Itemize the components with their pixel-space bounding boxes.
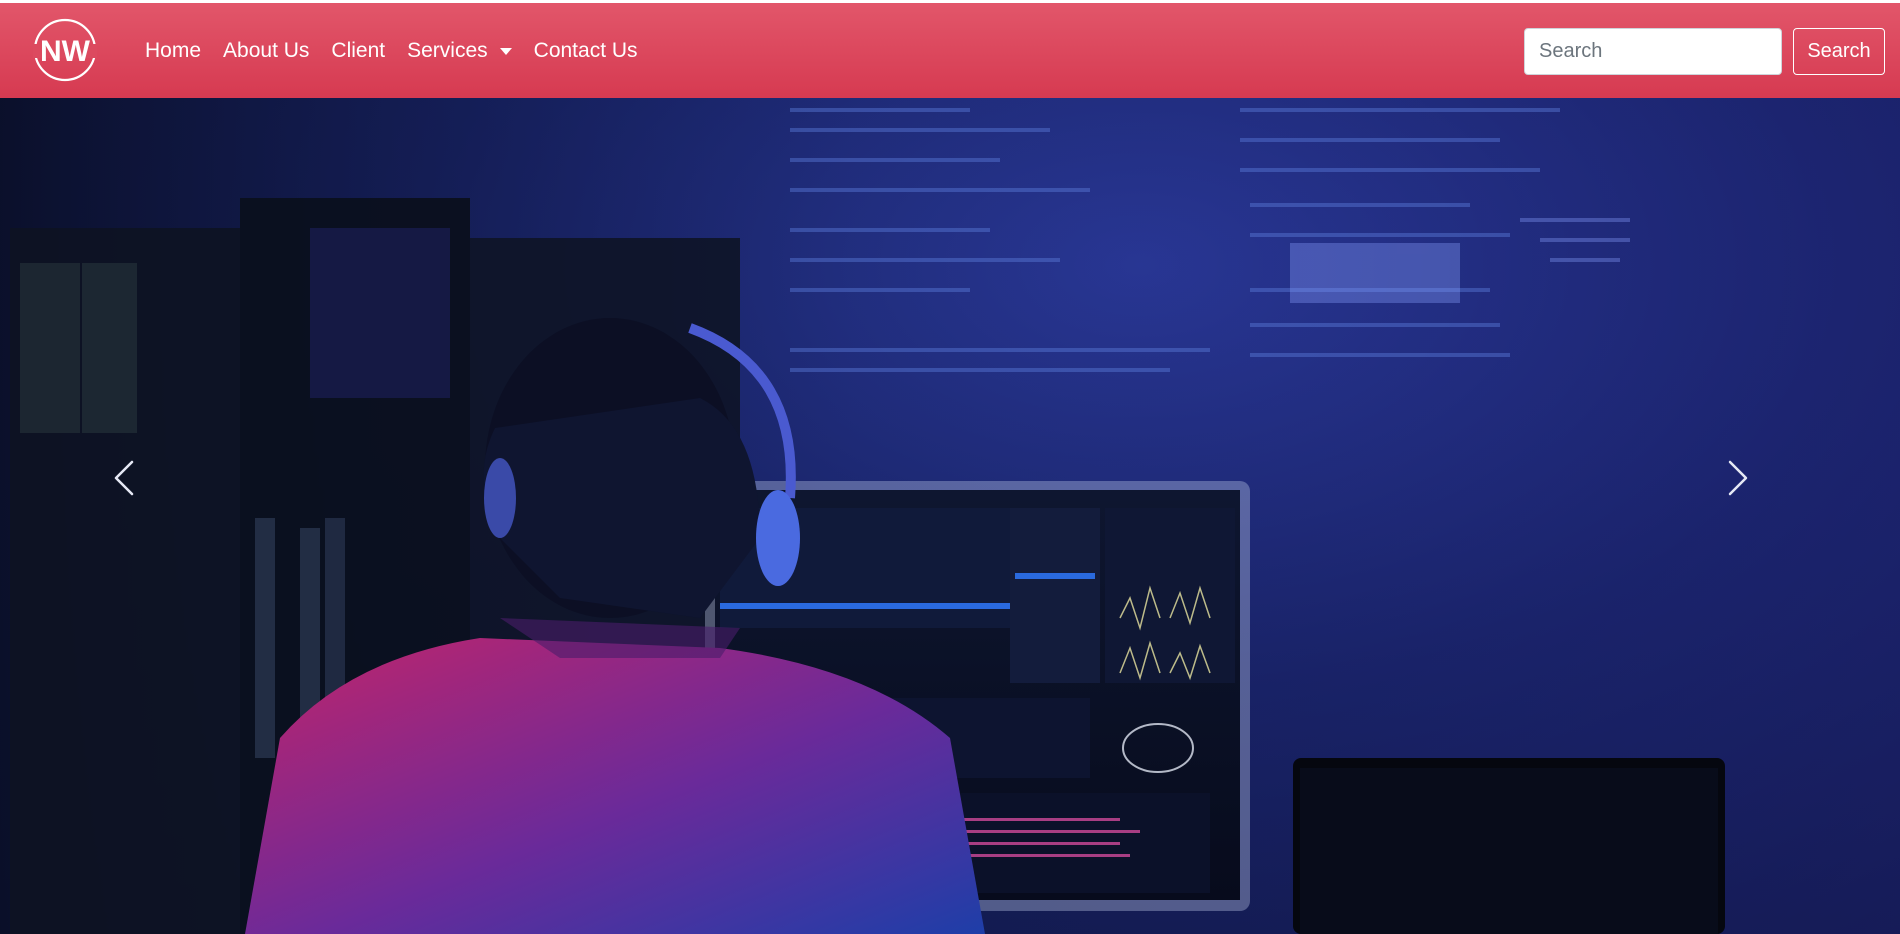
nav-services-dropdown[interactable]: Services <box>407 39 512 63</box>
hero-image <box>0 98 1900 934</box>
chevron-left-icon <box>114 460 134 496</box>
carousel-prev-button[interactable] <box>112 458 172 538</box>
logo-text: NW <box>40 35 91 68</box>
nav-client-label: Client <box>331 38 386 62</box>
search-input[interactable] <box>1524 28 1782 75</box>
nav-contact-us-label: Contact Us <box>533 38 638 62</box>
caret-down-icon <box>499 48 512 55</box>
nav-about-us[interactable]: About Us <box>223 39 309 63</box>
nav-home-label: Home <box>145 38 202 62</box>
hero-carousel <box>0 98 1900 934</box>
search-button[interactable]: Search <box>1793 28 1885 75</box>
nav-links: Home About Us Client Services Contact Us <box>145 3 660 98</box>
brand-logo[interactable]: NW <box>33 18 97 82</box>
nav-client[interactable]: Client <box>331 39 385 63</box>
carousel-next-button[interactable] <box>1726 458 1786 538</box>
nav-contact-us[interactable]: Contact Us <box>534 39 638 63</box>
nav-home[interactable]: Home <box>145 39 201 63</box>
nav-about-us-label: About Us <box>223 38 310 62</box>
navbar: NW Home About Us Client Services Contact… <box>0 3 1900 98</box>
chevron-right-icon <box>1728 460 1748 496</box>
nav-services-label: Services <box>407 38 488 62</box>
